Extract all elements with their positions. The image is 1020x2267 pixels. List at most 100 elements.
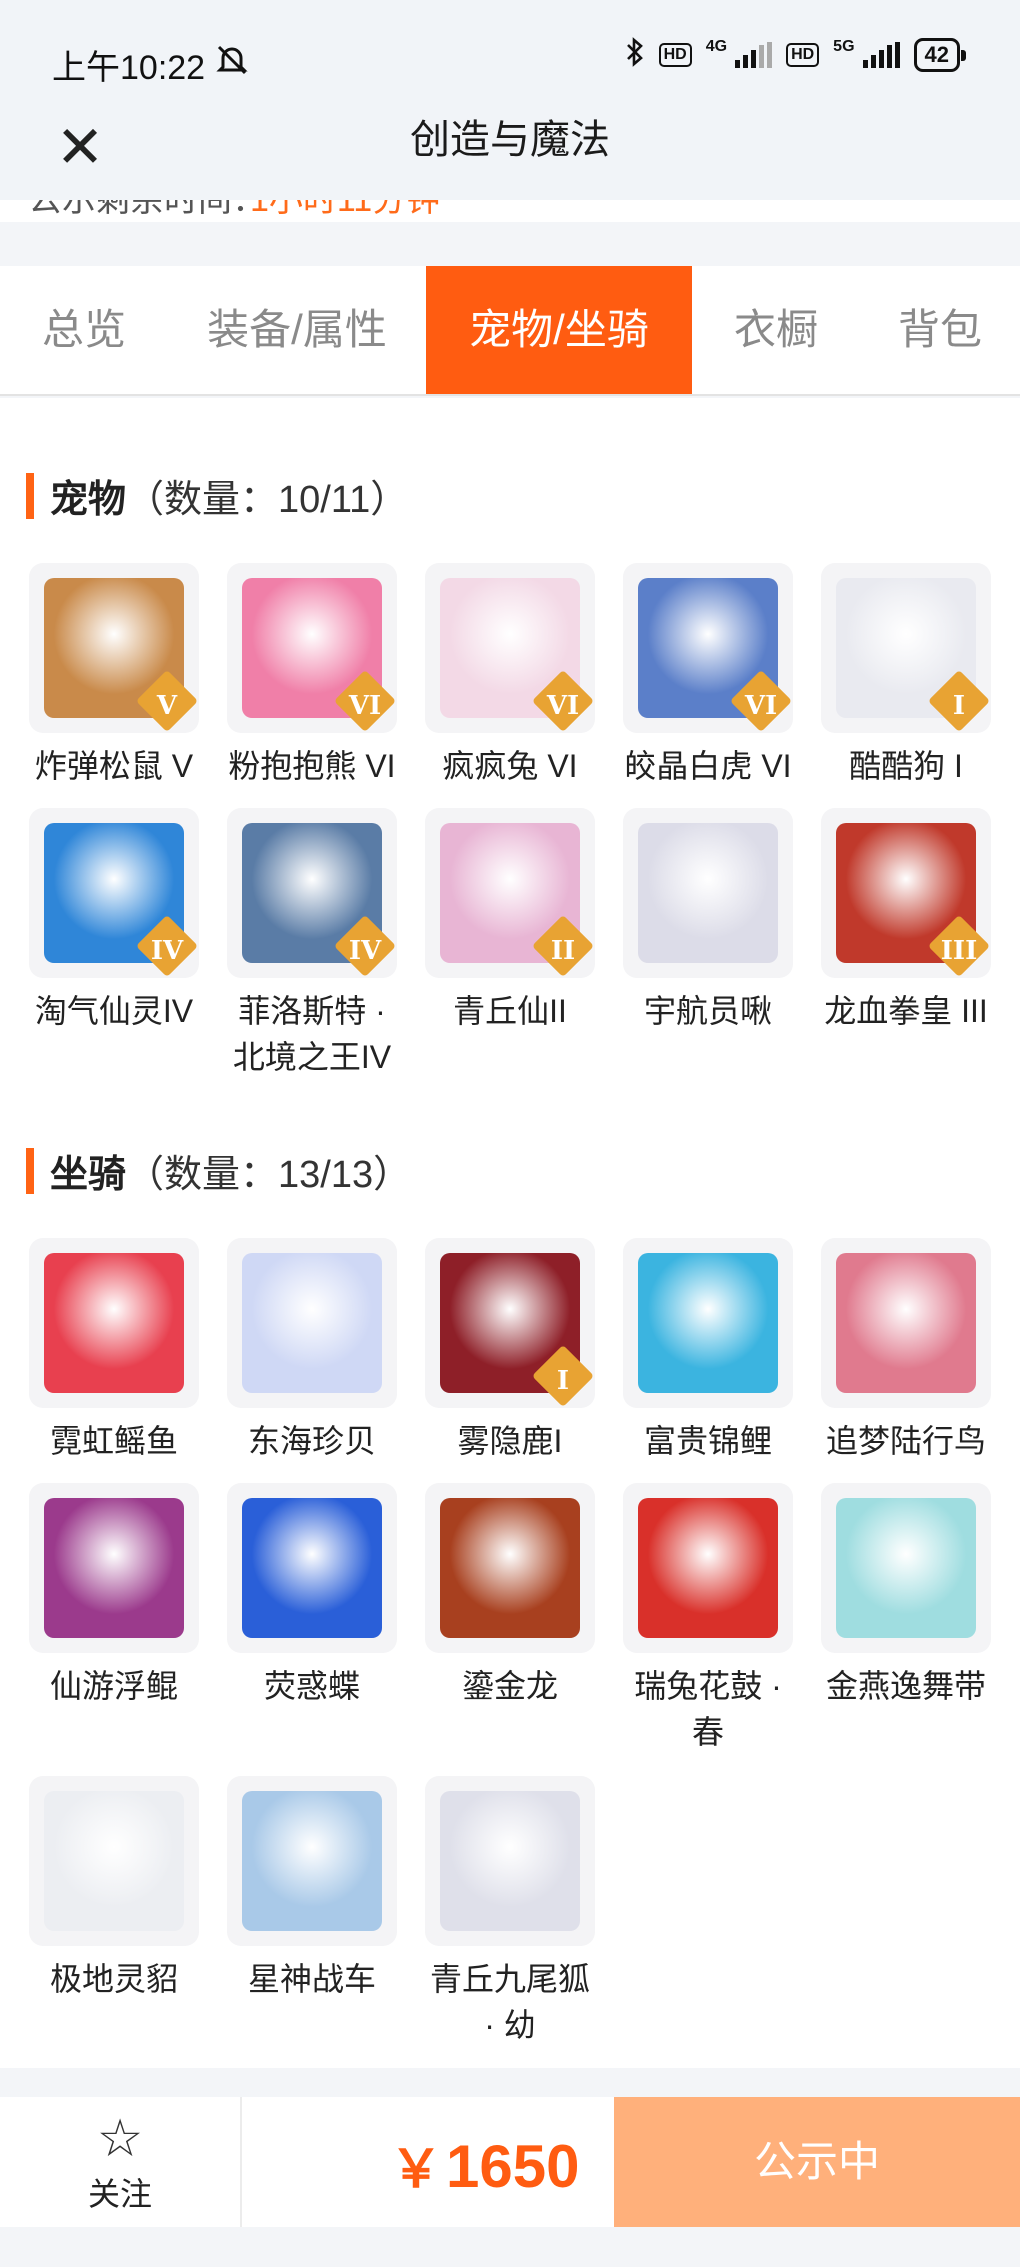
pets-section-title: 宠物 （数量：10/11） [26, 468, 408, 523]
tab-backpack[interactable]: 背包 [860, 266, 1020, 394]
pet-item[interactable]: III 龙血拳皇 III [818, 808, 994, 1034]
mount-name: 霓虹鳐鱼 [49, 1423, 178, 1459]
mount-name: 富贵锦鲤 [643, 1423, 772, 1459]
mount-item[interactable]: 追梦陆行鸟 [818, 1238, 994, 1464]
pet-name: 淘气仙灵IV [34, 993, 194, 1029]
mount-name: 东海珍贝 [247, 1423, 376, 1459]
mount-image [44, 1253, 184, 1393]
section-accent-bar [26, 472, 34, 519]
mounts-section-title: 坐骑 （数量：13/13） [26, 1143, 411, 1198]
pet-item[interactable]: V 炸弹松鼠 V [26, 563, 202, 789]
cutoff-text-row: 公示剩余时间： 1小时11分钟 [0, 200, 1020, 222]
mount-item[interactable]: I 雾隐鹿I [422, 1238, 598, 1464]
pet-thumbnail: IV [227, 808, 397, 978]
pet-name: 酷酷狗 I [849, 748, 963, 784]
mount-item[interactable]: 荧惑蝶 [224, 1483, 400, 1709]
mount-name: 瑞兔花鼓 · 春 [634, 1668, 782, 1750]
pets-count: （数量：10/11） [126, 479, 409, 521]
pet-thumbnail: III [821, 808, 991, 978]
pet-item[interactable]: II 青丘仙II [422, 808, 598, 1034]
signal-icon-2 [862, 42, 900, 68]
mount-image [440, 1498, 580, 1638]
cutoff-label: 公示剩余时间： [28, 200, 266, 219]
mount-image [44, 1498, 184, 1638]
pet-item[interactable]: IV 淘气仙灵IV [26, 808, 202, 1034]
mount-item[interactable]: 仙游浮鲲 [26, 1483, 202, 1709]
mount-item[interactable]: 富贵锦鲤 [620, 1238, 796, 1464]
mount-image [836, 1253, 976, 1393]
tier-badge-text: V [156, 691, 178, 721]
mount-name: 鎏金龙 [461, 1668, 558, 1704]
pet-item[interactable]: VI 粉抱抱熊 VI [224, 563, 400, 789]
pet-item[interactable]: VI 皎晶白虎 VI [620, 563, 796, 789]
pet-image [638, 823, 778, 963]
pets-mounts-panel: 宠物 （数量：10/11） V 炸弹松鼠 V VI 粉抱抱熊 VI VI 疯疯兔 VI VI… [0, 398, 1020, 2068]
status-button[interactable]: 公示中 [614, 2097, 1020, 2227]
mount-item[interactable]: 金燕逸舞带 [818, 1483, 994, 1709]
pet-thumbnail: VI [425, 563, 595, 733]
tier-badge-text: I [556, 1366, 570, 1396]
mount-image [638, 1498, 778, 1638]
mount-item[interactable]: 鎏金龙 [422, 1483, 598, 1709]
network-type-2: 5G [833, 38, 855, 55]
follow-button[interactable]: ☆ 关注 [0, 2097, 242, 2227]
pet-name: 疯疯兔 VI [442, 748, 578, 784]
pet-thumbnail: IV [29, 808, 199, 978]
network-type-1: 4G [705, 38, 728, 55]
mount-image [242, 1791, 382, 1931]
mount-name: 青丘九尾狐 · 幼 [429, 1961, 590, 2043]
mounts-title: 坐骑 [50, 1154, 127, 1196]
follow-label: 关注 [87, 2176, 152, 2212]
tab-wardrobe[interactable]: 衣橱 [692, 266, 860, 394]
mount-thumbnail [227, 1483, 397, 1653]
tab-equipment[interactable]: 装备/属性 [168, 266, 426, 394]
mount-name: 星神战车 [247, 1961, 376, 1997]
tab-pets-mounts[interactable]: 宠物/坐骑 [426, 266, 692, 394]
mount-image [44, 1791, 184, 1931]
pet-item[interactable]: 宇航员啾 [620, 808, 796, 1034]
mount-item[interactable]: 东海珍贝 [224, 1238, 400, 1464]
mount-thumbnail [821, 1483, 991, 1653]
pet-item[interactable]: VI 疯疯兔 VI [422, 563, 598, 789]
mount-item[interactable]: 霓虹鳐鱼 [26, 1238, 202, 1464]
pet-name: 宇航员啾 [643, 993, 772, 1029]
tier-badge-text: IV [150, 936, 184, 966]
pet-item[interactable]: I 酷酷狗 I [818, 563, 994, 789]
mount-image [440, 1791, 580, 1931]
mount-image [242, 1498, 382, 1638]
pet-name: 青丘仙II [453, 993, 567, 1029]
battery-icon: 42 [913, 38, 967, 72]
mount-name: 雾隐鹿I [457, 1423, 563, 1459]
bluetooth-icon [625, 36, 645, 74]
mount-item[interactable]: 星神战车 [224, 1776, 400, 2002]
cutoff-value: 1小时11分钟 [250, 200, 441, 219]
status-time: 上午10:22 [52, 40, 249, 89]
pet-thumbnail: V [29, 563, 199, 733]
mount-thumbnail [227, 1776, 397, 1946]
tab-overview[interactable]: 总览 [0, 266, 168, 394]
mount-name: 金燕逸舞带 [825, 1668, 986, 1704]
pet-name: 皎晶白虎 VI [624, 748, 792, 784]
price-value: 1650 [446, 2133, 580, 2200]
price: ￥1650 [390, 2127, 580, 2202]
pet-thumbnail [623, 808, 793, 978]
mount-item[interactable]: 青丘九尾狐 · 幼 [422, 1776, 598, 2048]
currency-symbol: ￥ [390, 2141, 443, 2199]
status-bar: 上午10:22 HD 4G HD 5G 42 [0, 0, 1020, 110]
pet-item[interactable]: IV 菲洛斯特 · 北境之王IV [224, 808, 400, 1080]
pet-thumbnail: VI [623, 563, 793, 733]
page-title: 创造与魔法 [410, 118, 610, 162]
tier-badge-text: I [952, 691, 966, 721]
tier-badge-text: VI [546, 691, 580, 721]
mount-name: 极地灵貂 [49, 1961, 178, 1997]
app-header: ✕ 创造与魔法 [0, 110, 1020, 200]
mount-item[interactable]: 瑞兔花鼓 · 春 [620, 1483, 796, 1755]
tier-badge-text: VI [744, 691, 778, 721]
mount-thumbnail [29, 1238, 199, 1408]
mount-name: 仙游浮鲲 [49, 1668, 178, 1704]
mount-image [638, 1253, 778, 1393]
tier-badge-text: VI [348, 691, 382, 721]
mount-thumbnail [623, 1483, 793, 1653]
mount-thumbnail [425, 1776, 595, 1946]
mount-item[interactable]: 极地灵貂 [26, 1776, 202, 2002]
